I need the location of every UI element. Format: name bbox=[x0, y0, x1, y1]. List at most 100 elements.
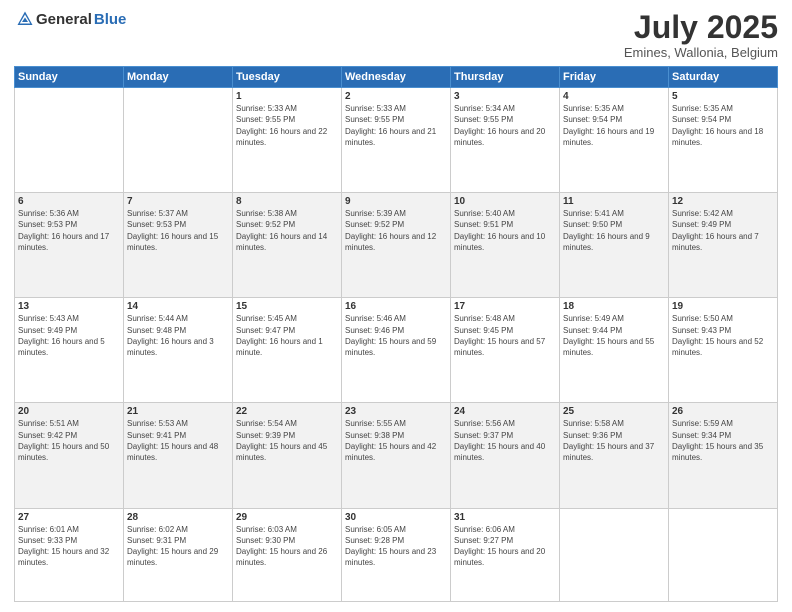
cell-text: Sunrise: 5:34 AM Sunset: 9:55 PM Dayligh… bbox=[454, 103, 556, 148]
calendar-cell: 23Sunrise: 5:55 AM Sunset: 9:38 PM Dayli… bbox=[342, 403, 451, 508]
day-number: 27 bbox=[18, 512, 120, 523]
calendar-cell: 16Sunrise: 5:46 AM Sunset: 9:46 PM Dayli… bbox=[342, 298, 451, 403]
calendar-cell: 17Sunrise: 5:48 AM Sunset: 9:45 PM Dayli… bbox=[451, 298, 560, 403]
day-number: 10 bbox=[454, 196, 556, 207]
calendar-cell: 21Sunrise: 5:53 AM Sunset: 9:41 PM Dayli… bbox=[124, 403, 233, 508]
calendar-week-row: 20Sunrise: 5:51 AM Sunset: 9:42 PM Dayli… bbox=[15, 403, 778, 508]
cell-text: Sunrise: 5:35 AM Sunset: 9:54 PM Dayligh… bbox=[672, 103, 774, 148]
cell-text: Sunrise: 5:48 AM Sunset: 9:45 PM Dayligh… bbox=[454, 313, 556, 358]
calendar-header-thursday: Thursday bbox=[451, 67, 560, 88]
logo: GeneralBlue bbox=[14, 10, 126, 28]
month-title: July 2025 bbox=[624, 10, 778, 45]
calendar-header-wednesday: Wednesday bbox=[342, 67, 451, 88]
cell-text: Sunrise: 5:49 AM Sunset: 9:44 PM Dayligh… bbox=[563, 313, 665, 358]
calendar-week-row: 1Sunrise: 5:33 AM Sunset: 9:55 PM Daylig… bbox=[15, 88, 778, 193]
calendar-cell bbox=[124, 88, 233, 193]
calendar-cell bbox=[15, 88, 124, 193]
calendar-week-row: 27Sunrise: 6:01 AM Sunset: 9:33 PM Dayli… bbox=[15, 508, 778, 601]
cell-text: Sunrise: 5:38 AM Sunset: 9:52 PM Dayligh… bbox=[236, 208, 338, 253]
cell-text: Sunrise: 5:42 AM Sunset: 9:49 PM Dayligh… bbox=[672, 208, 774, 253]
calendar-cell: 3Sunrise: 5:34 AM Sunset: 9:55 PM Daylig… bbox=[451, 88, 560, 193]
page: GeneralBlue July 2025 Emines, Wallonia, … bbox=[0, 0, 792, 612]
calendar-cell: 24Sunrise: 5:56 AM Sunset: 9:37 PM Dayli… bbox=[451, 403, 560, 508]
day-number: 31 bbox=[454, 512, 556, 523]
cell-text: Sunrise: 5:54 AM Sunset: 9:39 PM Dayligh… bbox=[236, 418, 338, 463]
day-number: 15 bbox=[236, 301, 338, 312]
cell-text: Sunrise: 5:44 AM Sunset: 9:48 PM Dayligh… bbox=[127, 313, 229, 358]
header: GeneralBlue July 2025 Emines, Wallonia, … bbox=[14, 10, 778, 60]
day-number: 11 bbox=[563, 196, 665, 207]
logo-general: General bbox=[36, 11, 92, 28]
cell-text: Sunrise: 6:03 AM Sunset: 9:30 PM Dayligh… bbox=[236, 524, 338, 569]
day-number: 4 bbox=[563, 91, 665, 102]
cell-text: Sunrise: 5:45 AM Sunset: 9:47 PM Dayligh… bbox=[236, 313, 338, 358]
calendar-cell: 1Sunrise: 5:33 AM Sunset: 9:55 PM Daylig… bbox=[233, 88, 342, 193]
calendar-header-saturday: Saturday bbox=[669, 67, 778, 88]
cell-text: Sunrise: 6:01 AM Sunset: 9:33 PM Dayligh… bbox=[18, 524, 120, 569]
day-number: 5 bbox=[672, 91, 774, 102]
day-number: 2 bbox=[345, 91, 447, 102]
calendar-cell bbox=[669, 508, 778, 601]
cell-text: Sunrise: 5:39 AM Sunset: 9:52 PM Dayligh… bbox=[345, 208, 447, 253]
day-number: 9 bbox=[345, 196, 447, 207]
calendar-header-monday: Monday bbox=[124, 67, 233, 88]
calendar-cell: 22Sunrise: 5:54 AM Sunset: 9:39 PM Dayli… bbox=[233, 403, 342, 508]
day-number: 22 bbox=[236, 406, 338, 417]
cell-text: Sunrise: 5:40 AM Sunset: 9:51 PM Dayligh… bbox=[454, 208, 556, 253]
cell-text: Sunrise: 5:33 AM Sunset: 9:55 PM Dayligh… bbox=[236, 103, 338, 148]
calendar-cell: 28Sunrise: 6:02 AM Sunset: 9:31 PM Dayli… bbox=[124, 508, 233, 601]
day-number: 12 bbox=[672, 196, 774, 207]
day-number: 30 bbox=[345, 512, 447, 523]
calendar-cell: 5Sunrise: 5:35 AM Sunset: 9:54 PM Daylig… bbox=[669, 88, 778, 193]
title-block: July 2025 Emines, Wallonia, Belgium bbox=[624, 10, 778, 60]
day-number: 18 bbox=[563, 301, 665, 312]
cell-text: Sunrise: 5:50 AM Sunset: 9:43 PM Dayligh… bbox=[672, 313, 774, 358]
day-number: 16 bbox=[345, 301, 447, 312]
cell-text: Sunrise: 5:37 AM Sunset: 9:53 PM Dayligh… bbox=[127, 208, 229, 253]
calendar-cell: 30Sunrise: 6:05 AM Sunset: 9:28 PM Dayli… bbox=[342, 508, 451, 601]
calendar-header-row: SundayMondayTuesdayWednesdayThursdayFrid… bbox=[15, 67, 778, 88]
calendar-header-tuesday: Tuesday bbox=[233, 67, 342, 88]
cell-text: Sunrise: 5:59 AM Sunset: 9:34 PM Dayligh… bbox=[672, 418, 774, 463]
calendar-cell: 18Sunrise: 5:49 AM Sunset: 9:44 PM Dayli… bbox=[560, 298, 669, 403]
day-number: 26 bbox=[672, 406, 774, 417]
calendar-cell: 11Sunrise: 5:41 AM Sunset: 9:50 PM Dayli… bbox=[560, 193, 669, 298]
calendar-cell: 4Sunrise: 5:35 AM Sunset: 9:54 PM Daylig… bbox=[560, 88, 669, 193]
day-number: 13 bbox=[18, 301, 120, 312]
cell-text: Sunrise: 6:02 AM Sunset: 9:31 PM Dayligh… bbox=[127, 524, 229, 569]
cell-text: Sunrise: 5:36 AM Sunset: 9:53 PM Dayligh… bbox=[18, 208, 120, 253]
calendar-cell: 27Sunrise: 6:01 AM Sunset: 9:33 PM Dayli… bbox=[15, 508, 124, 601]
day-number: 23 bbox=[345, 406, 447, 417]
calendar-cell: 2Sunrise: 5:33 AM Sunset: 9:55 PM Daylig… bbox=[342, 88, 451, 193]
location-title: Emines, Wallonia, Belgium bbox=[624, 45, 778, 60]
cell-text: Sunrise: 5:41 AM Sunset: 9:50 PM Dayligh… bbox=[563, 208, 665, 253]
calendar-cell: 9Sunrise: 5:39 AM Sunset: 9:52 PM Daylig… bbox=[342, 193, 451, 298]
logo-icon bbox=[16, 10, 34, 28]
cell-text: Sunrise: 5:53 AM Sunset: 9:41 PM Dayligh… bbox=[127, 418, 229, 463]
cell-text: Sunrise: 5:35 AM Sunset: 9:54 PM Dayligh… bbox=[563, 103, 665, 148]
day-number: 29 bbox=[236, 512, 338, 523]
day-number: 3 bbox=[454, 91, 556, 102]
calendar: SundayMondayTuesdayWednesdayThursdayFrid… bbox=[14, 66, 778, 602]
day-number: 8 bbox=[236, 196, 338, 207]
calendar-cell: 8Sunrise: 5:38 AM Sunset: 9:52 PM Daylig… bbox=[233, 193, 342, 298]
calendar-cell: 15Sunrise: 5:45 AM Sunset: 9:47 PM Dayli… bbox=[233, 298, 342, 403]
cell-text: Sunrise: 5:46 AM Sunset: 9:46 PM Dayligh… bbox=[345, 313, 447, 358]
cell-text: Sunrise: 5:55 AM Sunset: 9:38 PM Dayligh… bbox=[345, 418, 447, 463]
day-number: 6 bbox=[18, 196, 120, 207]
day-number: 1 bbox=[236, 91, 338, 102]
cell-text: Sunrise: 5:43 AM Sunset: 9:49 PM Dayligh… bbox=[18, 313, 120, 358]
calendar-week-row: 13Sunrise: 5:43 AM Sunset: 9:49 PM Dayli… bbox=[15, 298, 778, 403]
calendar-cell: 25Sunrise: 5:58 AM Sunset: 9:36 PM Dayli… bbox=[560, 403, 669, 508]
cell-text: Sunrise: 6:05 AM Sunset: 9:28 PM Dayligh… bbox=[345, 524, 447, 569]
calendar-cell: 26Sunrise: 5:59 AM Sunset: 9:34 PM Dayli… bbox=[669, 403, 778, 508]
cell-text: Sunrise: 5:33 AM Sunset: 9:55 PM Dayligh… bbox=[345, 103, 447, 148]
cell-text: Sunrise: 5:56 AM Sunset: 9:37 PM Dayligh… bbox=[454, 418, 556, 463]
cell-text: Sunrise: 5:51 AM Sunset: 9:42 PM Dayligh… bbox=[18, 418, 120, 463]
calendar-cell: 13Sunrise: 5:43 AM Sunset: 9:49 PM Dayli… bbox=[15, 298, 124, 403]
day-number: 19 bbox=[672, 301, 774, 312]
calendar-cell: 6Sunrise: 5:36 AM Sunset: 9:53 PM Daylig… bbox=[15, 193, 124, 298]
day-number: 17 bbox=[454, 301, 556, 312]
day-number: 25 bbox=[563, 406, 665, 417]
day-number: 7 bbox=[127, 196, 229, 207]
